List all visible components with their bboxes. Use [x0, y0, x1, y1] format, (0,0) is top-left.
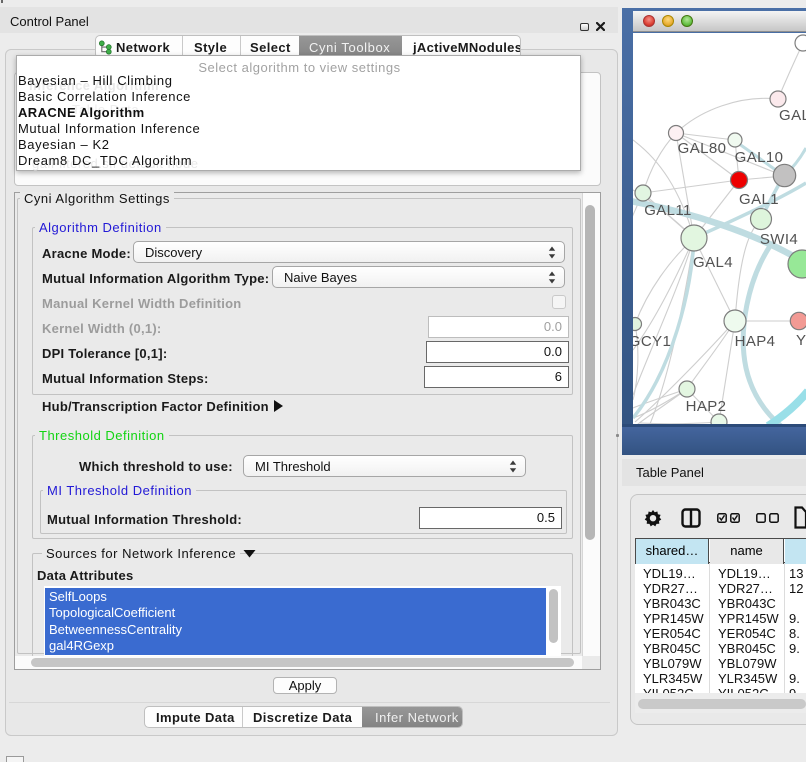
svg-text:GCY1: GCY1	[633, 333, 671, 350]
svg-text:GAL: GAL	[779, 107, 806, 124]
svg-text:HAP2: HAP2	[686, 398, 727, 415]
svg-text:Y: Y	[796, 332, 806, 349]
svg-text:SWI4: SWI4	[760, 231, 798, 248]
svg-text:GAL4: GAL4	[693, 254, 733, 271]
svg-text:GAL80: GAL80	[678, 140, 727, 157]
svg-text:GAL1: GAL1	[739, 191, 779, 208]
svg-text:HAP4: HAP4	[735, 333, 776, 350]
svg-text:GAL11: GAL11	[644, 202, 692, 219]
svg-text:GAL10: GAL10	[735, 149, 784, 166]
